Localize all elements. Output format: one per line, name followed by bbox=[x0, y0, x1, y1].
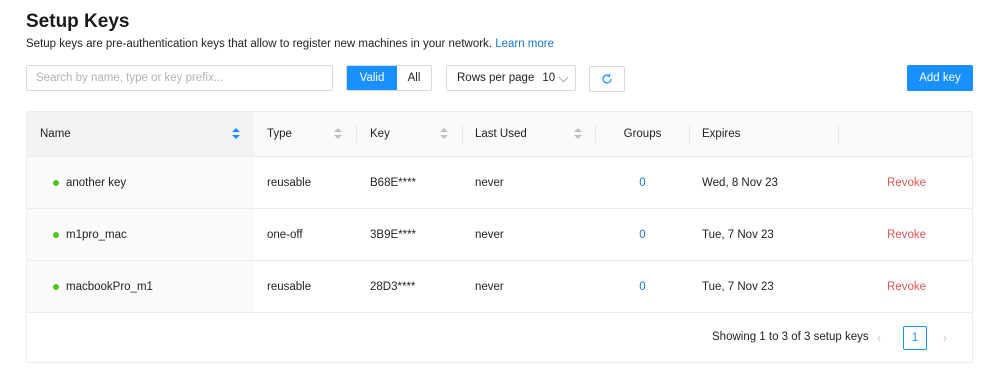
groups-count-link[interactable]: 0 bbox=[596, 209, 689, 260]
key-name-cell: m1pro_mac bbox=[27, 209, 254, 260]
key-type: reusable bbox=[267, 176, 312, 189]
refresh-icon bbox=[602, 73, 612, 84]
chevron-down-icon bbox=[558, 72, 569, 83]
key-prefix: 3B9E**** bbox=[370, 228, 417, 241]
key-type: reusable bbox=[267, 280, 312, 293]
table-row: m1pro_mac one-off 3B9E**** never 0 Tue, … bbox=[27, 209, 972, 261]
column-divider bbox=[356, 125, 357, 143]
key-prefix: 28D3**** bbox=[370, 280, 416, 293]
status-dot bbox=[53, 179, 59, 186]
revoke-button[interactable]: Revoke bbox=[887, 261, 926, 312]
rows-per-page-value: 10 bbox=[542, 72, 556, 84]
last-used: never bbox=[475, 176, 504, 189]
page-1-button[interactable]: 1 bbox=[903, 326, 927, 350]
status-dot bbox=[53, 231, 59, 238]
column-divider bbox=[838, 125, 839, 143]
key-name-cell: macbookPro_m1 bbox=[27, 261, 254, 312]
validity-filter: Valid All bbox=[346, 65, 432, 91]
refresh-button[interactable] bbox=[589, 66, 625, 92]
table-row: macbookPro_m1 reusable 28D3**** never 0 … bbox=[27, 261, 972, 313]
rows-per-page-select[interactable]: Rows per page 10 bbox=[446, 65, 576, 91]
chevron-right-icon[interactable]: › bbox=[943, 331, 947, 345]
groups-count-link[interactable]: 0 bbox=[596, 157, 689, 208]
filter-all-button[interactable]: All bbox=[397, 66, 431, 90]
last-used: never bbox=[475, 280, 504, 293]
column-header-expires: Expires bbox=[702, 128, 741, 140]
key-type: one-off bbox=[267, 228, 303, 241]
learn-more-link[interactable]: Learn more bbox=[495, 38, 554, 50]
status-dot bbox=[53, 283, 59, 290]
sort-icon[interactable] bbox=[334, 128, 342, 140]
column-header-last-used[interactable]: Last Used bbox=[475, 112, 585, 156]
rows-per-page-label: Rows per page bbox=[457, 72, 535, 84]
add-key-button[interactable]: Add key bbox=[907, 65, 973, 91]
pagination-summary: Showing 1 to 3 of 3 setup keys bbox=[712, 331, 869, 343]
expires-date: Tue, 7 Nov 23 bbox=[702, 228, 774, 241]
groups-count-link[interactable]: 0 bbox=[596, 261, 689, 312]
column-divider bbox=[689, 125, 690, 143]
column-divider bbox=[462, 125, 463, 143]
page-description: Setup keys are pre-authentication keys t… bbox=[26, 38, 554, 50]
table-header: Name Type Key Last Used Groups Expires bbox=[27, 112, 972, 157]
table-row: another key reusable B68E**** never 0 We… bbox=[27, 157, 972, 209]
description-text: Setup keys are pre-authentication keys t… bbox=[26, 38, 492, 50]
key-name-cell: another key bbox=[27, 157, 254, 208]
column-header-groups: Groups bbox=[623, 128, 662, 140]
last-used: never bbox=[475, 228, 504, 241]
sort-icon[interactable] bbox=[232, 128, 240, 140]
revoke-button[interactable]: Revoke bbox=[887, 157, 926, 208]
expires-date: Tue, 7 Nov 23 bbox=[702, 280, 774, 293]
setup-keys-table: Name Type Key Last Used Groups Expires a… bbox=[26, 111, 973, 363]
column-header-type[interactable]: Type bbox=[267, 112, 357, 156]
sort-icon[interactable] bbox=[440, 128, 448, 140]
search-input[interactable] bbox=[26, 65, 333, 91]
revoke-button[interactable]: Revoke bbox=[887, 209, 926, 260]
column-header-name[interactable]: Name bbox=[27, 112, 254, 156]
expires-date: Wed, 8 Nov 23 bbox=[702, 176, 778, 189]
chevron-left-icon[interactable]: ‹ bbox=[877, 331, 881, 345]
key-prefix: B68E**** bbox=[370, 176, 417, 189]
page-title: Setup Keys bbox=[26, 11, 130, 32]
sort-icon[interactable] bbox=[574, 128, 582, 140]
filter-valid-button[interactable]: Valid bbox=[347, 66, 397, 90]
